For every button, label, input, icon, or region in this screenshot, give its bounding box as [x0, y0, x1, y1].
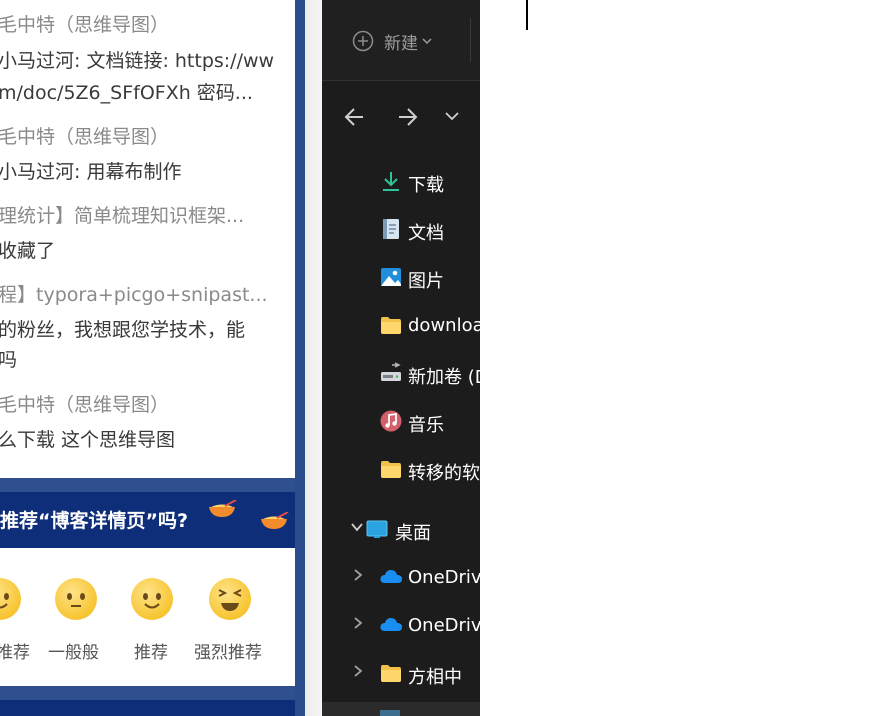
- chevron-right-icon[interactable]: [352, 664, 364, 678]
- sidebar-item-moved-software[interactable]: 转移的软件: [322, 452, 480, 488]
- comment-text: 小马过河: 文档链接: https://ww: [0, 50, 275, 72]
- sidebar-item-documents[interactable]: 文档: [322, 212, 480, 248]
- pictures-icon: [381, 268, 401, 286]
- tree-item-desktop[interactable]: 桌面: [322, 512, 480, 548]
- file-explorer: 新建 下载 文档 图片 downloa 新加卷 (音乐 转移的软 桌面 One…: [322, 0, 480, 716]
- sidebar-item-label: 下载: [408, 175, 444, 196]
- window-border: [295, 0, 322, 716]
- onedrive-icon: [380, 618, 402, 631]
- comment-article-title[interactable]: 程】typora+picgo+snipast...: [0, 280, 268, 310]
- next-banner-edge: [0, 700, 295, 716]
- sidebar-item-label: 新加卷 (D:): [408, 367, 480, 388]
- sidebar-item-label: downloads: [408, 315, 480, 336]
- drive-icon: [381, 362, 401, 381]
- blog-page: 毛中特（思维导图） 小马过河: 文档链接: https://ww m/doc/5…: [0, 0, 322, 716]
- comment-text: 么下载 这个思维导图: [0, 429, 176, 451]
- tree-item-label: 桌面: [395, 523, 431, 544]
- desktop-icon: [366, 520, 388, 538]
- recommend-question: 推荐“博客详情页”吗?: [0, 510, 188, 532]
- grin-face-icon[interactable]: [209, 578, 251, 620]
- wink-icon[interactable]: [0, 578, 21, 620]
- back-arrow-icon[interactable]: [344, 104, 366, 130]
- sidebar-item-downloads[interactable]: 下载: [322, 164, 480, 200]
- chevron-down-icon[interactable]: [350, 520, 364, 534]
- chevron-down-icon: [422, 38, 432, 45]
- comment-text: 收藏了: [0, 240, 56, 262]
- onedrive-icon: [380, 570, 402, 583]
- comment-text: 小马过河: 用幕布制作: [0, 161, 182, 183]
- tree-item-label: OneDrive: [408, 567, 480, 588]
- explorer-toolbar: 新建: [322, 0, 480, 80]
- forward-arrow-icon[interactable]: [396, 104, 418, 130]
- recent-locations-chevron-icon[interactable]: [445, 110, 459, 122]
- tree-item-partial[interactable]: [322, 702, 480, 716]
- comment-text: 的粉丝，我想跟您学技术，能: [0, 319, 246, 341]
- neutral-face-icon[interactable]: [55, 578, 97, 620]
- sidebar-item-new-volume[interactable]: 新加卷 (D:): [322, 356, 480, 392]
- comment-text: m/doc/5Z6_SFfOFXh 密码...: [0, 82, 253, 104]
- rating-label[interactable]: 推荐: [0, 638, 30, 663]
- smile-face-icon[interactable]: [131, 578, 173, 620]
- comment-article-title[interactable]: 理统计】简单梳理知识框架...: [0, 201, 244, 231]
- download-icon: [383, 172, 399, 191]
- text-caret: [526, 0, 528, 30]
- comment-article-title[interactable]: 毛中特（思维导图）: [0, 10, 169, 40]
- recommend-banner: 推荐“博客详情页”吗?: [0, 492, 295, 548]
- chevron-right-icon[interactable]: [352, 616, 364, 630]
- recent-comments-card: 毛中特（思维导图） 小马过河: 文档链接: https://ww m/doc/5…: [0, 0, 295, 478]
- toolbar-separator: [322, 80, 480, 81]
- bowl-icon: [261, 512, 289, 529]
- toolbar-divider: [470, 18, 471, 62]
- new-button[interactable]: 新建: [352, 28, 432, 54]
- tree-item-onedrive[interactable]: OneDrive: [322, 608, 480, 644]
- tree-item-folder[interactable]: 方相中: [322, 656, 480, 692]
- tree-item-label: OneDrive: [408, 615, 480, 636]
- bowl-icon: [209, 500, 237, 517]
- folder-icon: [381, 665, 401, 682]
- plus-circle-icon: [352, 30, 374, 52]
- folder-icon: [381, 461, 401, 478]
- new-button-label: 新建: [384, 33, 418, 54]
- recommend-rating: 推荐 一般般 推荐 强烈推荐: [0, 548, 295, 686]
- music-icon: [380, 410, 402, 432]
- chevron-right-icon[interactable]: [352, 568, 364, 582]
- rating-label[interactable]: 一般般: [48, 638, 99, 663]
- comment-article-title[interactable]: 毛中特（思维导图）: [0, 390, 169, 420]
- sidebar-item-music[interactable]: 音乐: [322, 404, 480, 440]
- comment-text: 吗: [0, 349, 18, 371]
- text-editor[interactable]: [480, 0, 874, 716]
- document-icon: [383, 219, 399, 239]
- sidebar-item-label: 音乐: [408, 415, 444, 436]
- sidebar-item-label: 文档: [408, 223, 444, 244]
- tree-item-label: 方相中: [408, 667, 462, 688]
- sidebar-item-label: 图片: [408, 271, 444, 292]
- sidebar-item-downloads-folder[interactable]: downloads: [322, 308, 480, 344]
- folder-icon: [381, 317, 401, 334]
- rating-label[interactable]: 强烈推荐: [194, 638, 262, 663]
- comment-article-title[interactable]: 毛中特（思维导图）: [0, 122, 169, 152]
- tree-item-onedrive[interactable]: OneDrive: [322, 560, 480, 596]
- sidebar-item-pictures[interactable]: 图片: [322, 260, 480, 296]
- sidebar-item-label: 转移的软件: [408, 463, 480, 484]
- rating-label[interactable]: 推荐: [134, 638, 168, 663]
